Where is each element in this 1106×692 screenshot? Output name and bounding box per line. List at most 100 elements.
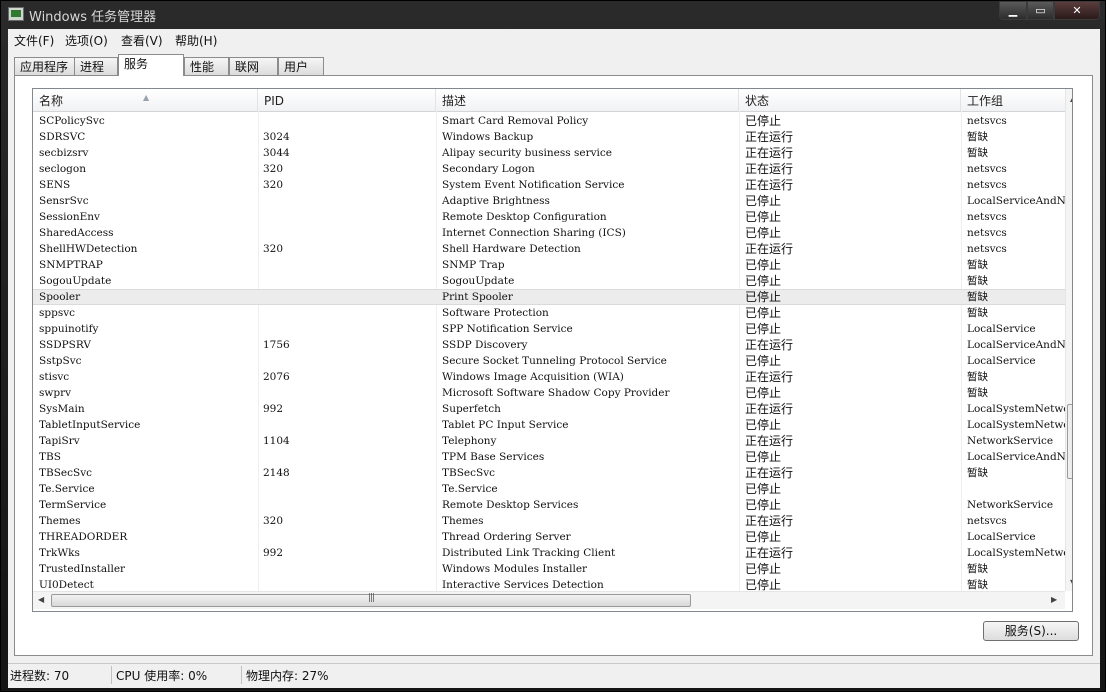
service-status-cell: 正在运行: [745, 338, 794, 352]
tab-processes[interactable]: 进程: [74, 57, 118, 75]
maximize-button[interactable]: ▭: [1027, 1, 1054, 20]
service-row[interactable]: SNMPTRAP SNMP Trap 已停止 暂缺: [33, 257, 1065, 273]
horizontal-scroll-thumb[interactable]: |||: [51, 593, 691, 607]
column-header-description[interactable]: 描述: [436, 89, 739, 111]
services-list[interactable]: ▲ 名称 PID 描述 状态 工作组 SCPolicySvc Smart Card…: [32, 88, 1073, 612]
service-row[interactable]: TapiSrv 1104 Telephony 正在运行 NetworkService: [33, 433, 1065, 449]
service-pid-cell: 1104: [263, 435, 290, 447]
scroll-left-arrow-icon[interactable]: ◀: [38, 595, 44, 604]
service-group-cell: LocalService: [967, 323, 1036, 335]
column-header-pid[interactable]: PID: [258, 89, 436, 111]
services-button[interactable]: 服务(S)...: [983, 621, 1079, 641]
service-row[interactable]: ShellHWDetection 320 Shell Hardware Detect…: [33, 241, 1065, 257]
service-desc-cell: SPP Notification Service: [442, 323, 573, 335]
title-bar[interactable]: Windows 任务管理器 ▁ ▭ ✕: [1, 1, 1106, 27]
service-row[interactable]: SensrSvc Adaptive Brightness 已停止 LocalServi…: [33, 193, 1065, 209]
service-row[interactable]: Spooler Print Spooler 已停止 暂缺: [33, 289, 1065, 305]
service-group-cell: LocalService: [967, 355, 1036, 367]
scroll-right-arrow-icon[interactable]: ▶: [1051, 595, 1057, 604]
close-button[interactable]: ✕: [1054, 1, 1100, 20]
service-row[interactable]: SogouUpdate SogouUpdate 已停止 暂缺: [33, 273, 1065, 289]
tab-services[interactable]: 服务: [118, 54, 184, 76]
service-name-cell: Spooler: [39, 291, 81, 303]
horizontal-scrollbar[interactable]: ◀ ||| ▶: [33, 591, 1065, 609]
task-manager-window: Windows 任务管理器 ▁ ▭ ✕ 文件(F) 选项(O) 查看(V) 帮助…: [0, 0, 1106, 692]
service-row[interactable]: SSDPSRV 1756 SSDP Discovery 正在运行 LocalServic…: [33, 337, 1065, 353]
service-group-cell: netsvcs: [967, 243, 1007, 255]
service-name-cell: swprv: [39, 387, 72, 399]
minimize-button[interactable]: ▁: [999, 1, 1027, 20]
service-row[interactable]: sppsvc Software Protection 已停止 暂缺: [33, 305, 1065, 321]
tab-users[interactable]: 用户: [278, 57, 324, 75]
service-row[interactable]: sppuinotify SPP Notification Service 已停止 Lo…: [33, 321, 1065, 337]
service-pid-cell: 992: [263, 547, 284, 559]
service-desc-cell: Secondary Logon: [442, 163, 535, 175]
service-desc-cell: Windows Modules Installer: [442, 563, 588, 575]
menu-file[interactable]: 文件(F): [14, 32, 54, 49]
service-pid-cell: 320: [263, 179, 284, 191]
service-row[interactable]: TermService Remote Desktop Services 已停止 Net…: [33, 497, 1065, 513]
service-status-cell: 已停止: [745, 450, 782, 464]
service-row[interactable]: SstpSvc Secure Socket Tunneling Protocol …: [33, 353, 1065, 369]
service-row[interactable]: Te.Service Te.Service 已停止: [33, 481, 1065, 497]
service-status-cell: 正在运行: [745, 178, 794, 192]
service-name-cell: stisvc: [39, 371, 70, 383]
service-group-cell: 暂缺: [967, 291, 988, 303]
service-row[interactable]: seclogon 320 Secondary Logon 正在运行 netsvcs: [33, 161, 1065, 177]
service-status-cell: 已停止: [745, 258, 782, 272]
service-desc-cell: TPM Base Services: [442, 451, 545, 463]
service-group-cell: netsvcs: [967, 227, 1007, 239]
service-status-cell: 已停止: [745, 226, 782, 240]
service-group-cell: 暂缺: [967, 387, 988, 399]
service-pid-cell: 3024: [263, 131, 290, 143]
menu-options[interactable]: 选项(O): [65, 32, 108, 49]
service-status-cell: 已停止: [745, 306, 782, 320]
service-row[interactable]: SENS 320 System Event Notification Service…: [33, 177, 1065, 193]
service-desc-cell: Remote Desktop Configuration: [442, 211, 607, 223]
column-header-status[interactable]: 状态: [739, 89, 961, 111]
service-group-cell: NetworkService: [967, 435, 1054, 447]
tab-networking[interactable]: 联网: [229, 57, 278, 75]
service-status-cell: 正在运行: [745, 130, 794, 144]
service-row[interactable]: TBS TPM Base Services 已停止 LocalServiceAndN: [33, 449, 1065, 465]
service-row[interactable]: SDRSVC 3024 Windows Backup 正在运行 暂缺: [33, 129, 1065, 145]
column-header-name[interactable]: ▲ 名称: [33, 89, 258, 111]
service-row[interactable]: SysMain 992 Superfetch 正在运行 LocalSystemNetwo: [33, 401, 1065, 417]
tab-applications[interactable]: 应用程序: [14, 57, 75, 75]
service-row[interactable]: stisvc 2076 Windows Image Acquisition (WIA…: [33, 369, 1065, 385]
service-desc-cell: Windows Backup: [442, 131, 534, 143]
service-row[interactable]: swprv Microsoft Software Shadow Copy Prov…: [33, 385, 1065, 401]
service-row[interactable]: TrustedInstaller Windows Modules Installe…: [33, 561, 1065, 577]
service-row[interactable]: Themes 320 Themes 正在运行 netsvcs: [33, 513, 1065, 529]
service-group-cell: NetworkService: [967, 499, 1054, 511]
menu-help[interactable]: 帮助(H): [175, 32, 217, 49]
service-pid-cell: 2148: [263, 467, 290, 479]
service-name-cell: seclogon: [39, 163, 86, 175]
service-pid-cell: 320: [263, 515, 284, 527]
service-status-cell: 已停止: [745, 498, 782, 512]
vertical-scroll-thumb[interactable]: [1067, 404, 1072, 479]
service-name-cell: SENS: [39, 179, 71, 191]
column-header-group[interactable]: 工作组: [961, 89, 1065, 111]
menu-view[interactable]: 查看(V): [121, 32, 163, 49]
service-desc-cell: Print Spooler: [442, 291, 513, 303]
vertical-scrollbar[interactable]: ▲ ▼: [1065, 89, 1072, 591]
service-row[interactable]: SharedAccess Internet Connection Sharing …: [33, 225, 1065, 241]
service-status-cell: 正在运行: [745, 162, 794, 176]
service-row[interactable]: secbizsrv 3044 Alipay security business se…: [33, 145, 1065, 161]
service-row[interactable]: SCPolicySvc Smart Card Removal Policy 已停止 n…: [33, 113, 1065, 129]
tab-performance[interactable]: 性能: [184, 57, 229, 75]
service-row[interactable]: TrkWks 992 Distributed Link Tracking Clien…: [33, 545, 1065, 561]
scroll-down-arrow-icon[interactable]: ▼: [1070, 578, 1072, 587]
service-row[interactable]: TBSecSvc 2148 TBSecSvc 正在运行 暂缺: [33, 465, 1065, 481]
service-name-cell: TBS: [39, 451, 61, 463]
service-row[interactable]: TabletInputService Tablet PC Input Servic…: [33, 417, 1065, 433]
scroll-up-arrow-icon[interactable]: ▲: [1070, 94, 1072, 103]
service-status-cell: 正在运行: [745, 242, 794, 256]
service-row[interactable]: THREADORDER Thread Ordering Server 已停止 Loca…: [33, 529, 1065, 545]
service-desc-cell: Remote Desktop Services: [442, 499, 579, 511]
service-name-cell: THREADORDER: [39, 531, 128, 543]
service-group-cell: LocalSystemNetwo: [967, 403, 1065, 415]
service-row[interactable]: SessionEnv Remote Desktop Configuration 已停…: [33, 209, 1065, 225]
service-status-cell: 正在运行: [745, 402, 794, 416]
